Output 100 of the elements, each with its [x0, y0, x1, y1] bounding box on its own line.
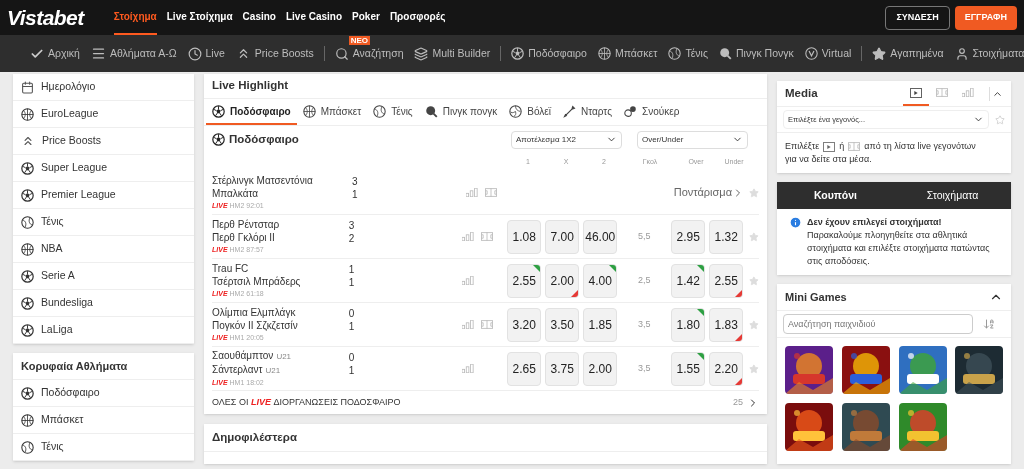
- odds-button[interactable]: 2.20: [709, 351, 744, 386]
- favorite-star-icon[interactable]: [749, 319, 759, 330]
- sidebar-item[interactable]: Price Boosts: [13, 128, 194, 155]
- nav-link[interactable]: Price Boosts: [235, 45, 314, 62]
- stats-icon[interactable]: [462, 276, 475, 285]
- odds-button[interactable]: 1.55: [671, 351, 706, 386]
- football-icon: [21, 386, 34, 400]
- snooker-balls-icon: [623, 104, 637, 118]
- favorite-star-icon[interactable]: [749, 187, 759, 198]
- logo[interactable]: Vistabet: [7, 1, 84, 34]
- sidebar-item[interactable]: LaLiga: [13, 317, 194, 344]
- odds-button[interactable]: 1.80: [671, 307, 706, 342]
- odds-button[interactable]: 1.42: [671, 263, 706, 298]
- pitch-icon[interactable]: [485, 188, 497, 197]
- odds-button[interactable]: 3.20: [507, 307, 542, 342]
- sort-icon[interactable]: [983, 318, 995, 330]
- sidebar-item[interactable]: Ημερολόγιο: [13, 74, 194, 101]
- main-menu-tab[interactable]: Live Casino: [285, 0, 343, 35]
- odds-button[interactable]: 1.08: [507, 219, 542, 254]
- pitch-icon[interactable]: [481, 232, 494, 241]
- section-title: Ποδόσφαιρο: [229, 131, 299, 147]
- game-search-field[interactable]: Αναζήτηση παιχνιδιού: [783, 314, 973, 334]
- stats-icon[interactable]: [462, 320, 475, 329]
- nav-link[interactable]: Πινγκ Πονγκ: [718, 45, 794, 62]
- odds-button[interactable]: 3.75: [545, 351, 580, 386]
- down-trend-mark: [735, 289, 743, 297]
- nav-link[interactable]: Αναζήτηση: [334, 45, 404, 62]
- favorite-star-icon[interactable]: [749, 231, 759, 242]
- stats-icon[interactable]: [466, 188, 478, 197]
- odds-button[interactable]: 2.95: [671, 219, 706, 254]
- sidebar-item[interactable]: Serie A: [13, 263, 194, 290]
- login-button[interactable]: ΣΥΝΔΕΣΗ: [885, 5, 950, 30]
- layers-icon: [414, 46, 429, 61]
- stats-icon[interactable]: [962, 88, 974, 97]
- odds-button[interactable]: 46.00: [583, 219, 618, 254]
- team-name: Περθ Ρέντσταρ: [212, 218, 281, 231]
- nav-link[interactable]: Αθλήματα Α-Ω: [90, 45, 177, 62]
- sport-tab[interactable]: Βόλεϊ: [503, 99, 557, 125]
- main-menu-tab[interactable]: Casino: [242, 0, 276, 35]
- sport-tab[interactable]: Μπάσκετ: [296, 99, 368, 125]
- sport-tab[interactable]: Πινγκ πονγκ: [418, 99, 504, 125]
- tennis-ball-icon: [668, 47, 682, 60]
- odds-button[interactable]: 3.50: [545, 307, 580, 342]
- odds-button[interactable]: 2.55: [507, 263, 542, 298]
- market-dropdown[interactable]: Αποτέλεσμα 1X2: [511, 130, 622, 149]
- main-menu-tab[interactable]: Προσφορές: [389, 0, 446, 35]
- double-chevron-icon: [21, 134, 35, 148]
- odds-button[interactable]: 2.00: [583, 351, 618, 386]
- market-dropdown[interactable]: Over/Under: [637, 130, 748, 149]
- nav-link[interactable]: Multi Builder: [414, 45, 491, 62]
- pitch-icon[interactable]: [848, 142, 861, 151]
- sidebar-item[interactable]: Μπάσκετ: [13, 407, 194, 434]
- nav-link[interactable]: Στοιχήματα: [954, 45, 1024, 62]
- stats-icon[interactable]: [462, 364, 475, 373]
- all-live-link[interactable]: ΟΛΕΣ ΟΙ LIVE ΔΙΟΡΓΑΝΩΣΕΙΣ ΠΟΔΟΣΦΑΙΡΟ: [212, 395, 401, 410]
- nav-link[interactable]: Τένις: [668, 45, 708, 62]
- coupon-tab[interactable]: Στοιχήματα: [894, 182, 1011, 209]
- sidebar-item[interactable]: Premier League: [13, 182, 194, 209]
- football-icon: [21, 161, 34, 175]
- card-title: Δημοφιλέστερα: [204, 424, 767, 452]
- odds-button[interactable]: 1.85: [583, 307, 618, 342]
- favorite-star-icon[interactable]: [749, 363, 759, 374]
- sidebar-item[interactable]: Τένις: [13, 209, 194, 236]
- odds-button[interactable]: 1.32: [709, 219, 744, 254]
- sidebar-item[interactable]: EuroLeague: [13, 101, 194, 128]
- stats-icon[interactable]: [462, 232, 475, 241]
- main-menu-tab[interactable]: Poker: [352, 0, 380, 35]
- odds-button[interactable]: 1.83: [709, 307, 744, 342]
- odds-button[interactable]: 2.55: [709, 263, 744, 298]
- favorite-star-icon[interactable]: [749, 275, 759, 286]
- pin-icon[interactable]: [995, 114, 1005, 125]
- main-menu-tab[interactable]: Live Στοίχημα: [166, 0, 233, 35]
- sport-tab[interactable]: Σνούκερ: [617, 99, 686, 125]
- nav-link[interactable]: Αγαπημένα: [872, 45, 944, 62]
- pitch-icon[interactable]: [936, 88, 948, 97]
- search-icon: [334, 46, 349, 61]
- nav-link[interactable]: Live: [187, 45, 225, 62]
- sidebar-item[interactable]: Super League: [13, 155, 194, 182]
- pitch-icon[interactable]: [481, 320, 494, 329]
- card-title: Media: [785, 85, 818, 101]
- sport-tab[interactable]: Νταρτς: [556, 99, 618, 125]
- odds-button[interactable]: 4.00: [583, 263, 618, 298]
- nav-link[interactable]: Αρχική: [30, 45, 80, 62]
- odds-button[interactable]: 2.65: [507, 351, 542, 386]
- sidebar-item[interactable]: NBA: [13, 236, 194, 263]
- sport-tab[interactable]: Τένις: [367, 99, 419, 125]
- score: 0: [348, 350, 356, 364]
- sidebar-item[interactable]: Bundesliga: [13, 290, 194, 317]
- bet-link[interactable]: Ποντάρισμα: [673, 184, 744, 201]
- coupon-tab[interactable]: Κουπόνι: [777, 182, 894, 209]
- odds-button[interactable]: 2.00: [545, 263, 580, 298]
- nav-link[interactable]: Ποδόσφαιρο: [511, 45, 587, 62]
- sidebar-item[interactable]: Τένις: [13, 434, 194, 461]
- odds-button[interactable]: 7.00: [545, 219, 580, 254]
- new-badge: ΝΕΟ: [348, 35, 371, 45]
- sidebar-item[interactable]: Ποδόσφαιρο: [13, 380, 194, 407]
- nav-link[interactable]: Virtual: [804, 45, 852, 62]
- sport-tab[interactable]: Ποδόσφαιρο: [206, 99, 297, 125]
- football-icon: [21, 323, 34, 337]
- nav-link[interactable]: Μπάσκετ: [597, 45, 658, 62]
